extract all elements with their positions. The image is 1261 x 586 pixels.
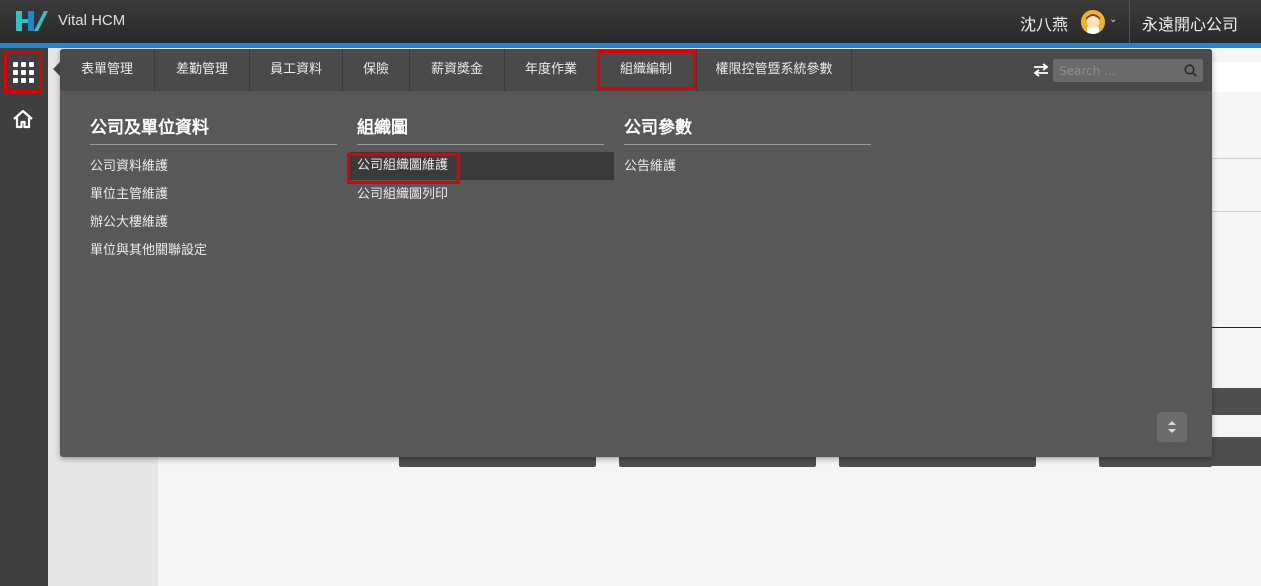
menu-item-company-data[interactable]: 公司資料維護	[90, 153, 337, 181]
menu-search	[1053, 59, 1203, 82]
menu-item-org-chart-print[interactable]: 公司組織圖列印	[357, 181, 604, 209]
search-input[interactable]	[1059, 62, 1177, 79]
mega-menu: 表單管理 差勤管理 員工資料 保險 薪資獎金 年度作業 組織編制 權限控管暨系統…	[60, 49, 1212, 457]
menu-item-unit-supervisor[interactable]: 單位主管維護	[90, 181, 337, 209]
search-icon[interactable]	[1184, 64, 1197, 77]
up-down-icon	[1168, 421, 1176, 433]
app-name: Vital HCM	[58, 12, 126, 29]
scroll-toggle-button[interactable]	[1157, 412, 1187, 442]
menu-item-announcement[interactable]: 公告維護	[624, 153, 871, 181]
home-icon[interactable]	[12, 108, 34, 130]
swap-arrows-icon[interactable]	[1033, 63, 1049, 77]
tab-employee-data[interactable]: 員工資料	[250, 49, 343, 91]
tab-form-management[interactable]: 表單管理	[60, 49, 155, 91]
tab-attendance[interactable]: 差勤管理	[155, 49, 250, 91]
section-title-org-chart: 組織圖	[357, 113, 604, 145]
app-logo	[16, 11, 48, 31]
menu-item-office-building[interactable]: 辦公大樓維護	[90, 209, 337, 237]
divider	[1212, 158, 1261, 159]
menu-pointer	[53, 62, 60, 76]
company-name[interactable]: 永遠開心公司	[1142, 11, 1238, 35]
divider	[1212, 211, 1261, 212]
background-toolbar	[1212, 62, 1261, 92]
background-bar	[1212, 437, 1261, 466]
tab-annual-operations[interactable]: 年度作業	[505, 49, 598, 91]
divider	[1129, 0, 1130, 43]
tab-permissions-settings[interactable]: 權限控管暨系統參數	[697, 49, 852, 91]
section-title-company-units: 公司及單位資料	[90, 113, 337, 145]
tab-insurance[interactable]: 保險	[343, 49, 410, 91]
chevron-down-icon[interactable]: ⌄	[1109, 14, 1117, 25]
divider	[1212, 327, 1261, 328]
tab-organization[interactable]: 組織編制	[596, 49, 697, 91]
avatar-icon	[1081, 10, 1105, 34]
menu-item-unit-relations[interactable]: 單位與其他關聯設定	[90, 237, 337, 265]
menu-tab-bar: 表單管理 差勤管理 員工資料 保險 薪資獎金 年度作業 組織編制 權限控管暨系統…	[60, 49, 1212, 91]
top-bar: Vital HCM 沈八燕 ⌄ 永遠開心公司	[0, 0, 1261, 43]
section-title-company-parameters: 公司參數	[624, 113, 871, 145]
user-avatar[interactable]	[1081, 10, 1105, 34]
grid-icon	[12, 61, 34, 83]
user-name[interactable]: 沈八燕	[1020, 11, 1068, 35]
background-bar	[1212, 388, 1261, 415]
tab-payroll[interactable]: 薪資獎金	[410, 49, 505, 91]
menu-item-org-chart-maintenance[interactable]: 公司組織圖維護	[350, 152, 614, 180]
apps-menu-button[interactable]	[4, 51, 42, 93]
